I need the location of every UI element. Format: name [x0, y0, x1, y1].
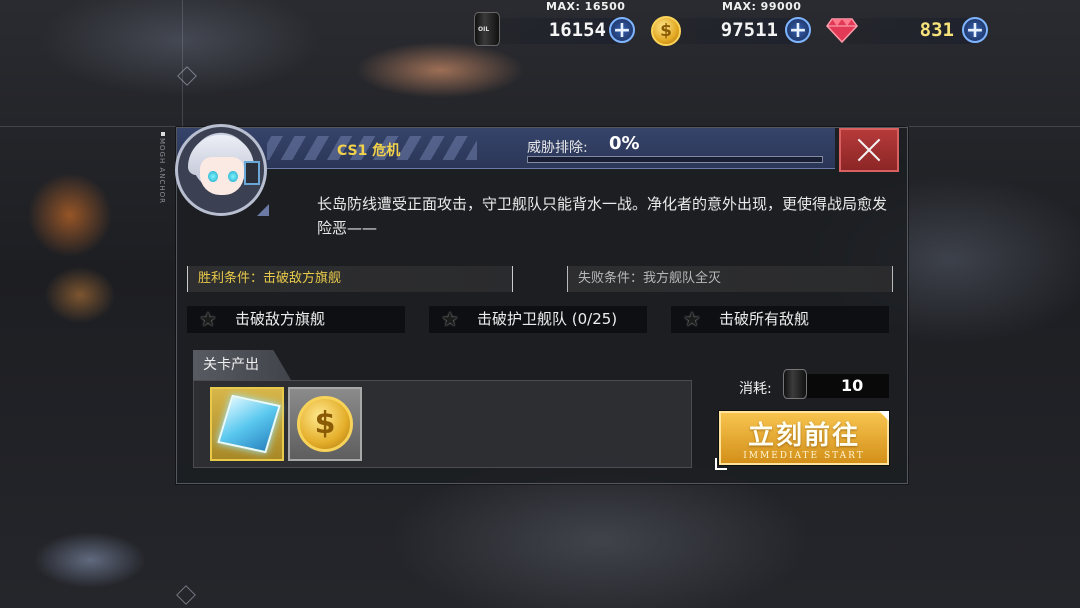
gold-max-label: MAX: 99000 [722, 0, 802, 13]
victory-condition: 胜利条件：击破敌方旗舰 [187, 266, 513, 292]
close-button[interactable] [839, 128, 899, 172]
objective-2: ★ 击破护卫舰队 (0/25) [429, 306, 647, 333]
avatar-corner-ornament [257, 204, 269, 216]
star-icon: ★ [199, 307, 217, 331]
title-bar: CS1 危机 威胁排除: 0% [177, 128, 835, 169]
gold-value: 97511 [720, 19, 778, 41]
gold-coin-icon: $ [651, 16, 681, 46]
objective-label: 击破敌方旗舰 [235, 310, 326, 328]
button-corner-bracket [715, 458, 727, 470]
divider-line-horizontal [0, 126, 176, 127]
divider-line-right [906, 126, 1080, 127]
cube-item[interactable] [210, 387, 284, 461]
stage-title: CS1 危机 [337, 143, 401, 159]
gold-coin-icon: $ [297, 396, 353, 452]
oil-value: 16154 [548, 19, 606, 41]
failure-condition: 失败条件：我方舰队全灭 [567, 266, 893, 292]
star-icon: ★ [441, 307, 459, 331]
diamond-ornament-icon [176, 585, 196, 605]
side-vertical-text: MOGH ANCHOR [158, 138, 166, 205]
start-button-sublabel: IMMEDIATE START [743, 451, 865, 461]
objective-label: 击破所有敌舰 [719, 310, 810, 328]
blue-cube-icon [217, 394, 281, 454]
cost-label: 消耗: [739, 381, 772, 397]
oil-max-label: MAX: 16500 [546, 0, 626, 13]
stage-info-panel: CS1 危机 威胁排除: 0% 长岛防线遭受正面攻击，守卫舰队只能背水一战。净化… [175, 124, 908, 484]
threat-label: 威胁排除: [527, 140, 588, 156]
add-oil-button[interactable]: + [609, 17, 635, 43]
objective-1: ★ 击破敌方旗舰 [187, 306, 405, 333]
gem-value: 831 [919, 19, 954, 41]
immediate-start-button[interactable]: 立刻前往 IMMEDIATE START [719, 411, 889, 465]
commander-avatar [175, 124, 267, 216]
stage-output-tab: 关卡产出 [193, 350, 291, 380]
stage-output-area: $ [193, 380, 692, 468]
oil-barrel-icon [783, 369, 807, 399]
add-gem-button[interactable]: + [962, 17, 988, 43]
threat-progress-bar [527, 156, 823, 163]
objective-label: 击破护卫舰队 (0/25) [477, 310, 618, 328]
coin-item[interactable]: $ [288, 387, 362, 461]
start-button-label: 立刻前往 [747, 421, 860, 451]
gem-icon [826, 18, 858, 43]
stage-description: 长岛防线遭受正面攻击，守卫舰队只能背水一战。净化者的意外出现，更使得战局愈发险恶… [317, 195, 888, 237]
star-icon: ★ [683, 307, 701, 331]
side-dot [161, 132, 165, 136]
oil-barrel-icon: OIL [474, 12, 500, 46]
divider-line-left [182, 0, 183, 128]
threat-value: 0% [609, 133, 640, 154]
add-gold-button[interactable]: + [785, 17, 811, 43]
objective-3: ★ 击破所有敌舰 [671, 306, 889, 333]
cost-value: 10 [841, 376, 864, 395]
diamond-ornament-icon [177, 66, 197, 86]
